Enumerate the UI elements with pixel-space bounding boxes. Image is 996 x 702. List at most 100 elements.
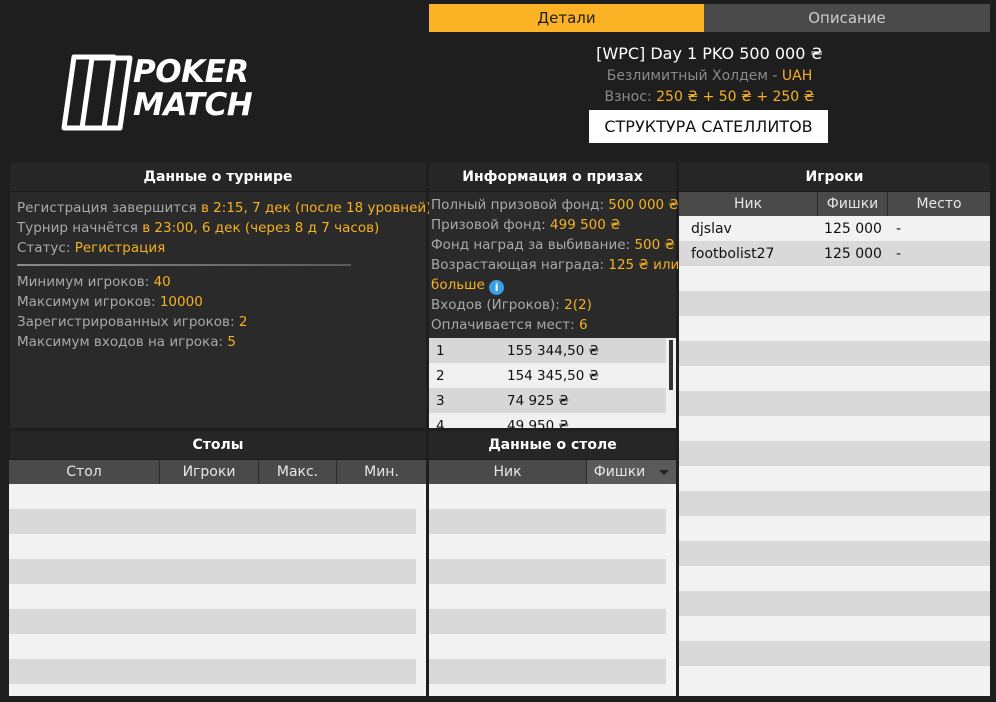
table-row[interactable]: footbolist27 125 000 - (679, 241, 990, 266)
column-nick[interactable]: Ник (429, 460, 587, 484)
table-row (679, 666, 990, 696)
tournament-status: Статус: Регистрация (17, 240, 166, 256)
paid-places: Оплачивается мест: 6 (431, 317, 588, 333)
players-panel-title: Игроки (679, 163, 990, 192)
table-row (429, 684, 666, 696)
table-row (679, 316, 990, 341)
table-row (679, 516, 990, 541)
table-row (9, 659, 416, 684)
table-row: 1 155 344,50 ₴ (429, 338, 666, 363)
table-info-scrollbar[interactable] (666, 484, 676, 696)
table-row (9, 509, 416, 534)
players-table-header: Ник Фишки Место (679, 192, 990, 216)
column-chips-sort[interactable]: Фишки (587, 460, 676, 484)
currency: UAH (781, 68, 813, 84)
tables-scrollbar[interactable] (416, 484, 426, 696)
table-row (679, 441, 990, 466)
table-row (679, 566, 990, 591)
column-min[interactable]: Мин. (337, 460, 426, 484)
table-row (429, 559, 666, 584)
column-nick[interactable]: Ник (679, 192, 818, 216)
column-players[interactable]: Игроки (160, 460, 259, 484)
table-row (679, 291, 990, 316)
table-row (9, 609, 416, 634)
players-table: djslav 125 000 - footbolist27 125 000 - (679, 216, 990, 696)
tables-list (9, 484, 416, 696)
pokermatch-logo: POKER MATCH (60, 54, 280, 132)
table-row: 4 49 950 ₴ (429, 413, 666, 428)
table-info-header: Ник Фишки (429, 460, 676, 484)
table-row (679, 491, 990, 516)
registered-players: Зарегистрированных игроков: 2 (17, 314, 248, 330)
tournament-panel: Данные о турнире Регистрация завершится … (10, 163, 431, 428)
full-prize-pool: Полный призовой фонд: 500 000 ₴ (431, 197, 679, 213)
bounty-pool: Фонд наград за выбивание: 500 ₴ (431, 237, 675, 253)
table-row (679, 391, 990, 416)
buy-in-label: Взнос: (604, 89, 652, 105)
buy-in: Взнос: 250 ₴ + 50 ₴ + 250 ₴ (429, 89, 990, 105)
tab-details[interactable]: Детали (429, 4, 704, 32)
column-table[interactable]: Стол (9, 460, 160, 484)
tournament-panel-title: Данные о турнире (10, 163, 426, 192)
table-row (679, 266, 990, 291)
table-info-list (429, 484, 666, 696)
table-row: 2 154 345,50 ₴ (429, 363, 666, 388)
players-panel: Игроки Ник Фишки Место djslav 125 000 - … (679, 163, 990, 696)
table-row (679, 466, 990, 491)
table-row (679, 641, 990, 666)
logo-word-match: MATCH (133, 87, 253, 123)
chevron-down-icon (659, 469, 670, 475)
table-row (429, 609, 666, 634)
table-row (679, 341, 990, 366)
table-row (429, 659, 666, 684)
table-row (679, 616, 990, 641)
table-info-panel-title: Данные о столе (429, 431, 676, 460)
registration-end: Регистрация завершится в 2:15, 7 дек (по… (17, 200, 432, 216)
scrollbar-thumb[interactable] (669, 340, 673, 390)
progressive-bounty-more: больше (431, 277, 485, 293)
max-entries: Максимум входов на игрока: 5 (17, 334, 236, 350)
buy-in-value: 250 ₴ + 50 ₴ + 250 ₴ (656, 89, 815, 105)
table-row (429, 584, 666, 609)
tournament-start: Турнир начнётся в 23:00, 6 дек (через 8 … (17, 220, 380, 236)
game-type-label: Безлимитный Холдем - (606, 68, 782, 84)
entries: Входов (Игроков): 2(2) (431, 297, 592, 313)
info-icon[interactable]: i (489, 280, 505, 295)
column-chips: Фишки (593, 464, 646, 480)
prize-panel: Информация о призах Полный призовой фонд… (429, 163, 680, 428)
table-row (9, 534, 416, 559)
cards-logo-icon (61, 54, 133, 131)
prize-panel-title: Информация о призах (429, 163, 676, 192)
divider (17, 264, 351, 266)
table-row (679, 591, 990, 616)
tab-description[interactable]: Описание (704, 4, 990, 32)
table-row (679, 416, 990, 441)
table-row[interactable]: djslav 125 000 - (679, 216, 990, 241)
table-row (9, 684, 416, 696)
table-row (429, 484, 666, 509)
game-type: Безлимитный Холдем - UAH (429, 68, 990, 84)
tables-table-header: Стол Игроки Макс. Мин. (9, 460, 426, 484)
column-place[interactable]: Место (888, 192, 990, 216)
table-info-panel: Данные о столе Ник Фишки (429, 431, 676, 696)
column-chips[interactable]: Фишки (818, 192, 888, 216)
table-row (679, 366, 990, 391)
top-tabs: Детали Описание (429, 4, 990, 32)
max-players: Максимум игроков: 10000 (17, 294, 203, 310)
tables-panel: Столы Стол Игроки Макс. Мин. (9, 431, 426, 696)
table-row (9, 559, 416, 584)
table-row (429, 634, 666, 659)
min-players: Минимум игроков: 40 (17, 274, 171, 290)
column-max[interactable]: Макс. (259, 460, 337, 484)
table-row (429, 509, 666, 534)
prize-pool: Призовой фонд: 499 500 ₴ (431, 217, 621, 233)
payout-scrollbar[interactable] (666, 338, 676, 428)
progressive-bounty: Возрастающая награда: 125 ₴ или (431, 257, 680, 273)
tournament-title: [WPC] Day 1 PKO 500 000 ₴ (596, 44, 823, 63)
table-row (9, 634, 416, 659)
payout-table: 1 155 344,50 ₴ 2 154 345,50 ₴ 3 74 925 ₴ 44… (429, 338, 666, 428)
tables-panel-title: Столы (10, 431, 426, 460)
table-row (9, 584, 416, 609)
table-row: 3 74 925 ₴ (429, 388, 666, 413)
satellite-structure-button[interactable]: СТРУКТУРА САТЕЛЛИТОВ (589, 110, 828, 143)
